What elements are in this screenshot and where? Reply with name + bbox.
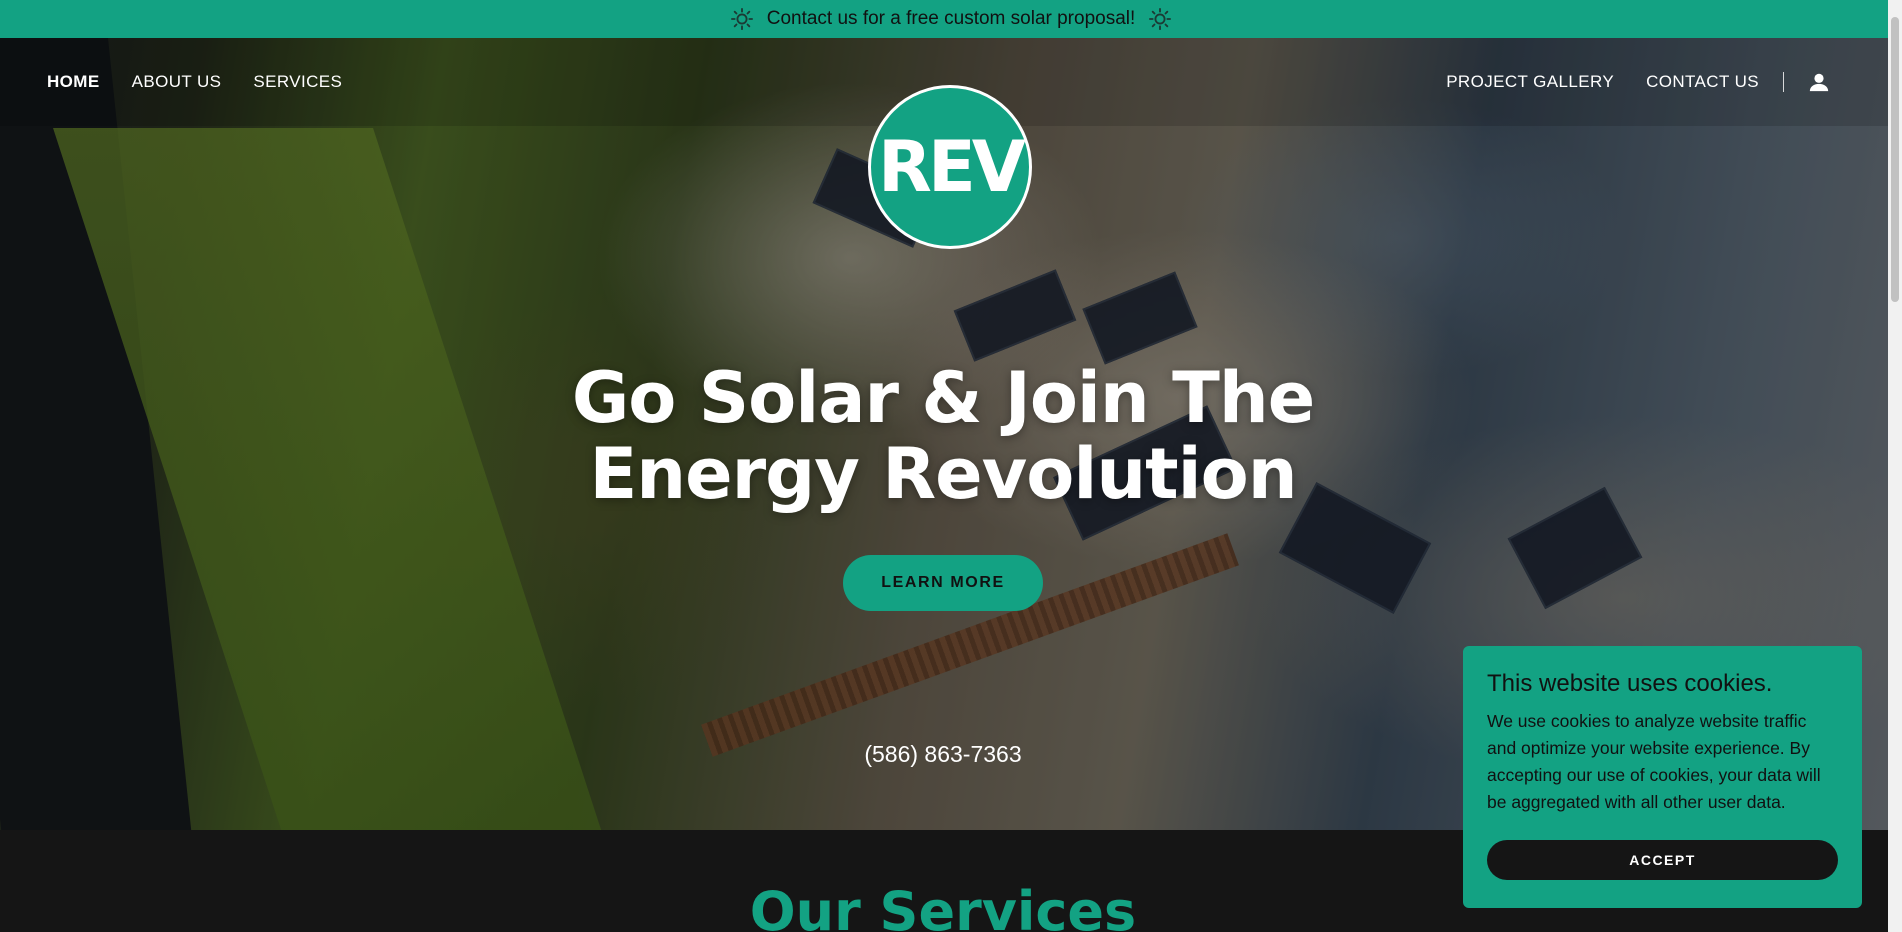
accept-cookies-button[interactable]: ACCEPT bbox=[1487, 840, 1838, 880]
logo-text: REV bbox=[878, 126, 1026, 208]
services-heading: Our Services bbox=[749, 880, 1137, 932]
cookie-message: We use cookies to analyze website traffi… bbox=[1487, 711, 1821, 812]
nav-item-project-gallery[interactable]: PROJECT GALLERY bbox=[1446, 72, 1614, 92]
nav-item-about-us[interactable]: ABOUT US bbox=[132, 72, 222, 92]
announcement-text[interactable]: Contact us for a free custom solar propo… bbox=[767, 8, 1136, 30]
phone-number[interactable]: (586) 863-7363 bbox=[843, 741, 1043, 768]
sun-icon bbox=[1149, 8, 1172, 30]
nav-item-contact-us[interactable]: CONTACT US bbox=[1646, 72, 1759, 92]
page-scrollbar[interactable] bbox=[1888, 0, 1902, 932]
rev-logo[interactable]: REV bbox=[868, 85, 1032, 249]
cookie-title: This website uses cookies. bbox=[1487, 670, 1773, 697]
announcement-bar: Contact us for a free custom solar propo… bbox=[0, 0, 1902, 38]
nav-item-home[interactable]: HOME bbox=[47, 72, 100, 92]
nav-item-services[interactable]: SERVICES bbox=[253, 72, 342, 92]
sun-icon bbox=[730, 8, 753, 30]
learn-more-button[interactable]: LEARN MORE bbox=[843, 555, 1043, 611]
hero-headline: Go Solar & Join The Energy Revolution bbox=[571, 357, 1315, 515]
scrollbar-thumb[interactable] bbox=[1891, 17, 1899, 302]
nav-divider bbox=[1783, 72, 1784, 92]
nav-left: HOME ABOUT US SERVICES bbox=[47, 72, 342, 92]
nav-right: PROJECT GALLERY CONTACT US bbox=[1446, 71, 1830, 93]
cookie-banner: This website uses cookies. We use cookie… bbox=[1463, 646, 1862, 908]
user-icon[interactable] bbox=[1808, 71, 1830, 93]
